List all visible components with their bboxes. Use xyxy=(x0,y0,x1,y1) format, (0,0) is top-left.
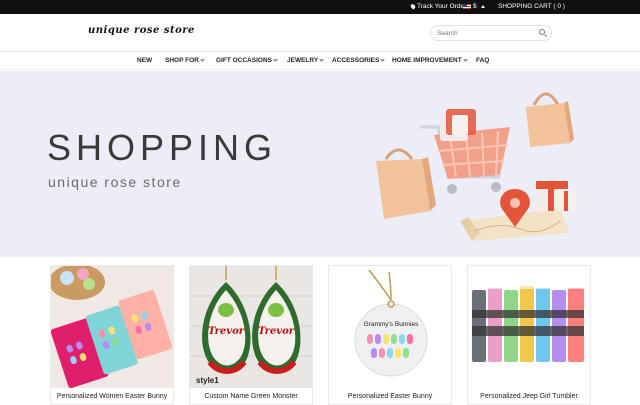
nav-item-label: HOME IMPROVEMENT xyxy=(392,57,462,64)
product-name[interactable]: Personalized Easter Bunny xyxy=(329,393,451,400)
location-pin-icon xyxy=(409,3,417,10)
search-input[interactable] xyxy=(437,28,533,39)
nav-item-label: FAQ xyxy=(476,57,490,64)
product-image[interactable]: Grammy's Bunnies xyxy=(329,266,451,388)
nav-item-faq[interactable]: FAQ xyxy=(476,57,489,64)
product-name[interactable]: Personalized Women Easter Bunny xyxy=(51,393,173,400)
nav-item-jewelry[interactable]: JEWELRY xyxy=(287,57,324,64)
nav-item-new[interactable]: NEW xyxy=(137,57,152,64)
us-flag-icon[interactable] xyxy=(463,4,471,9)
chevron-down-icon xyxy=(273,57,278,62)
product-image[interactable] xyxy=(51,266,173,388)
main-nav: NEW SHOP FOR GIFT OCCASIONS JEWELRY ACCE… xyxy=(0,52,640,70)
nav-item-accessories[interactable]: ACCESSORIES xyxy=(332,57,385,64)
search-icon[interactable] xyxy=(539,29,545,35)
currency-selector[interactable]: $ xyxy=(473,3,477,10)
chevron-down-icon xyxy=(200,57,205,62)
product-image-text: Grammy's Bunnies xyxy=(364,321,419,328)
chevron-down-icon xyxy=(380,57,385,62)
product-image-text: Trevor xyxy=(258,326,295,337)
product-name[interactable]: Personalized Jeep Girl Tumbler xyxy=(468,393,590,400)
product-image-text: Trevor xyxy=(208,326,245,337)
product-name[interactable]: Custom Name Green Monster xyxy=(190,393,312,400)
shopping-bag-icon xyxy=(526,92,574,147)
hero-banner[interactable]: SHOPPING unique rose store xyxy=(0,71,640,257)
product-card[interactable]: Grammy's Bunnies Personalized Easter Bun… xyxy=(328,265,452,405)
nav-item-label: NEW xyxy=(137,57,153,64)
store-logo[interactable]: unique rose store xyxy=(88,25,195,36)
product-card[interactable]: Personalized Jeep Girl Tumbler xyxy=(467,265,591,405)
product-grid: Personalized Women Easter Bunny Trevor T… xyxy=(0,257,640,405)
shopping-cart-icon xyxy=(420,109,510,194)
nav-item-label: ACCESSORIES xyxy=(332,57,380,64)
track-order-label: Track Your Order xyxy=(417,3,467,10)
nav-item-home-improvement[interactable]: HOME IMPROVEMENT xyxy=(392,57,468,64)
search-box xyxy=(430,25,552,41)
chevron-down-icon xyxy=(463,57,468,62)
style-tag: style1 xyxy=(196,376,219,385)
product-image[interactable] xyxy=(468,266,590,388)
top-bar: Track Your Order $ SHOPPING CART ( 0 ) xyxy=(0,0,640,14)
nav-item-label: GIFT OCCASIONS xyxy=(216,57,272,64)
nav-item-label: JEWELRY xyxy=(287,57,319,64)
nav-item-gift-occasions[interactable]: GIFT OCCASIONS xyxy=(216,57,278,64)
shopping-cart-link[interactable]: SHOPPING CART ( 0 ) xyxy=(498,3,565,10)
chevron-down-icon xyxy=(319,57,324,62)
product-card[interactable]: Trevor Trevor style1 Custom Name Green M… xyxy=(189,265,313,405)
nav-item-shop-for[interactable]: SHOP FOR xyxy=(165,57,205,64)
track-order-link[interactable]: Track Your Order xyxy=(409,3,467,10)
hero-title: SHOPPING xyxy=(47,127,278,168)
nav-item-label: SHOP FOR xyxy=(165,57,199,64)
shopping-bag-icon xyxy=(376,148,436,219)
shopping-illustration xyxy=(376,92,576,241)
caret-up-icon[interactable] xyxy=(481,5,485,8)
site-header: unique rose store xyxy=(0,14,640,52)
hero-subtitle: unique rose store xyxy=(48,174,182,190)
gift-box-icon xyxy=(536,181,576,211)
product-card[interactable]: Personalized Women Easter Bunny xyxy=(50,265,174,405)
product-image[interactable]: Trevor Trevor style1 xyxy=(190,266,312,388)
